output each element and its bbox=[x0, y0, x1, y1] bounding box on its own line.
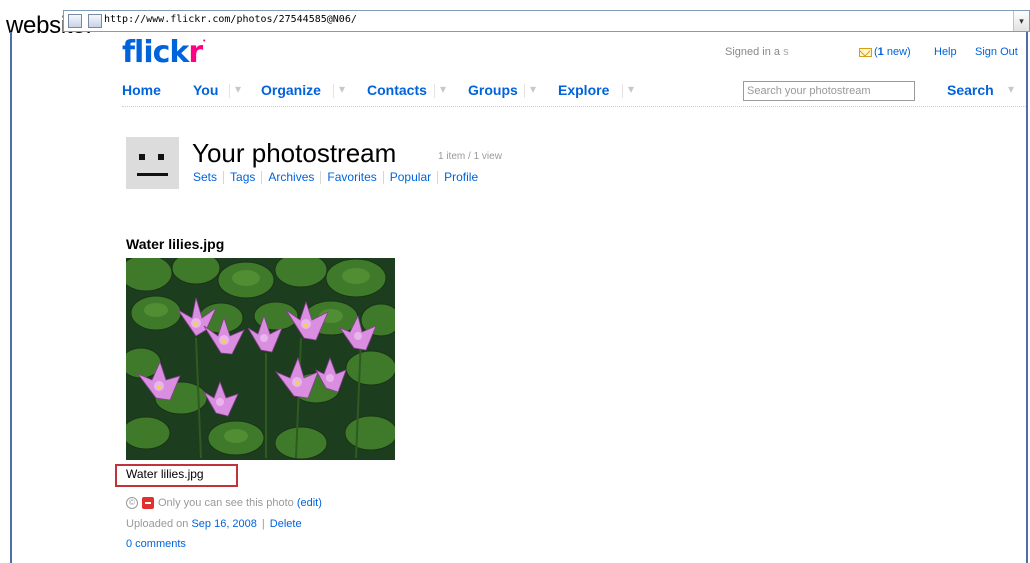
water-lilies-image bbox=[126, 258, 395, 460]
upload-info: Uploaded on Sep 16, 2008 | Delete bbox=[126, 518, 302, 530]
nav-groups-arrow-icon[interactable]: ▾ bbox=[523, 82, 536, 98]
nav-organize-arrow-icon[interactable]: ▾ bbox=[332, 82, 345, 98]
uploaded-label: Uploaded on bbox=[126, 518, 189, 530]
subnav-separator bbox=[320, 171, 322, 185]
favorite-icon bbox=[88, 14, 102, 28]
buddy-eye-left bbox=[139, 154, 145, 160]
nav-explore[interactable]: Explore bbox=[558, 82, 609, 98]
meta-separator: | bbox=[261, 518, 265, 530]
help-link[interactable]: Help bbox=[934, 46, 957, 58]
subnav-archives[interactable]: Archives bbox=[268, 170, 314, 184]
mail-suffix: new) bbox=[883, 46, 911, 58]
nav-explore-arrow-icon[interactable]: ▾ bbox=[621, 82, 634, 98]
page-title: Your photostream bbox=[192, 138, 397, 168]
signed-in-label: Signed in a bbox=[725, 46, 781, 58]
signed-in-user[interactable]: s bbox=[783, 46, 789, 58]
logo-accent: r bbox=[188, 35, 203, 70]
logo-text: flick bbox=[122, 35, 189, 70]
photo-heading[interactable]: Water lilies.jpg bbox=[126, 236, 224, 252]
privacy-text: Only you can see this photo bbox=[158, 497, 294, 509]
nav-you-arrow-icon[interactable]: ▾ bbox=[228, 82, 241, 98]
search-arrow-icon[interactable]: ▾ bbox=[1008, 82, 1014, 96]
photo-title[interactable]: Water lilies.jpg bbox=[126, 467, 204, 481]
photostream-subnav: Sets Tags Archives Favorites Popular Profile bbox=[193, 170, 478, 185]
photo-privacy-line: © Only you can see this photo (edit) bbox=[126, 497, 322, 510]
envelope-icon bbox=[859, 47, 872, 57]
buddy-eye-right bbox=[158, 154, 164, 160]
edit-privacy-link[interactable]: (edit) bbox=[297, 497, 322, 509]
address-dropdown-icon[interactable]: ▾ bbox=[1013, 11, 1029, 31]
buddy-icon[interactable] bbox=[126, 137, 179, 189]
mail-notification[interactable]: (1 new) bbox=[859, 46, 911, 58]
address-bar[interactable]: http://www.flickr.com/photos/27544585@N0… bbox=[63, 10, 1030, 32]
subnav-separator bbox=[437, 171, 439, 185]
private-icon bbox=[142, 497, 154, 510]
search-input[interactable]: Search your photostream bbox=[743, 81, 915, 101]
subnav-sets[interactable]: Sets bbox=[193, 170, 217, 184]
sign-out-link[interactable]: Sign Out bbox=[975, 46, 1018, 58]
search-button[interactable]: Search bbox=[947, 82, 994, 98]
uploaded-date-link[interactable]: Sep 16, 2008 bbox=[191, 518, 256, 530]
nav-home[interactable]: Home bbox=[122, 82, 161, 98]
flickr-logo[interactable]: flickr• bbox=[122, 35, 206, 70]
photo-thumbnail[interactable] bbox=[126, 258, 395, 460]
comments-link[interactable]: 0 comments bbox=[126, 538, 186, 550]
subnav-tags[interactable]: Tags bbox=[230, 170, 255, 184]
photostream-count: 1 item / 1 view bbox=[438, 151, 502, 162]
signed-in-status: Signed in a s bbox=[725, 46, 789, 58]
subnav-separator bbox=[261, 171, 263, 185]
window-frame-right bbox=[1026, 32, 1028, 563]
subnav-separator bbox=[223, 171, 225, 185]
subnav-popular[interactable]: Popular bbox=[390, 170, 431, 184]
subnav-profile[interactable]: Profile bbox=[444, 170, 478, 184]
subnav-favorites[interactable]: Favorites bbox=[327, 170, 376, 184]
header-divider bbox=[122, 106, 1026, 107]
nav-you[interactable]: You bbox=[193, 82, 218, 98]
delete-link[interactable]: Delete bbox=[270, 518, 302, 530]
nav-groups[interactable]: Groups bbox=[468, 82, 518, 98]
page-icon bbox=[68, 14, 82, 28]
window-frame-left bbox=[10, 32, 12, 563]
subnav-separator bbox=[382, 171, 384, 185]
logo-mark: • bbox=[202, 37, 206, 45]
address-url[interactable]: http://www.flickr.com/photos/27544585@N0… bbox=[104, 14, 357, 25]
nav-contacts-arrow-icon[interactable]: ▾ bbox=[433, 82, 446, 98]
buddy-mouth bbox=[137, 173, 168, 176]
nav-contacts[interactable]: Contacts bbox=[367, 82, 427, 98]
license-icon[interactable]: © bbox=[126, 497, 138, 510]
nav-organize[interactable]: Organize bbox=[261, 82, 321, 98]
